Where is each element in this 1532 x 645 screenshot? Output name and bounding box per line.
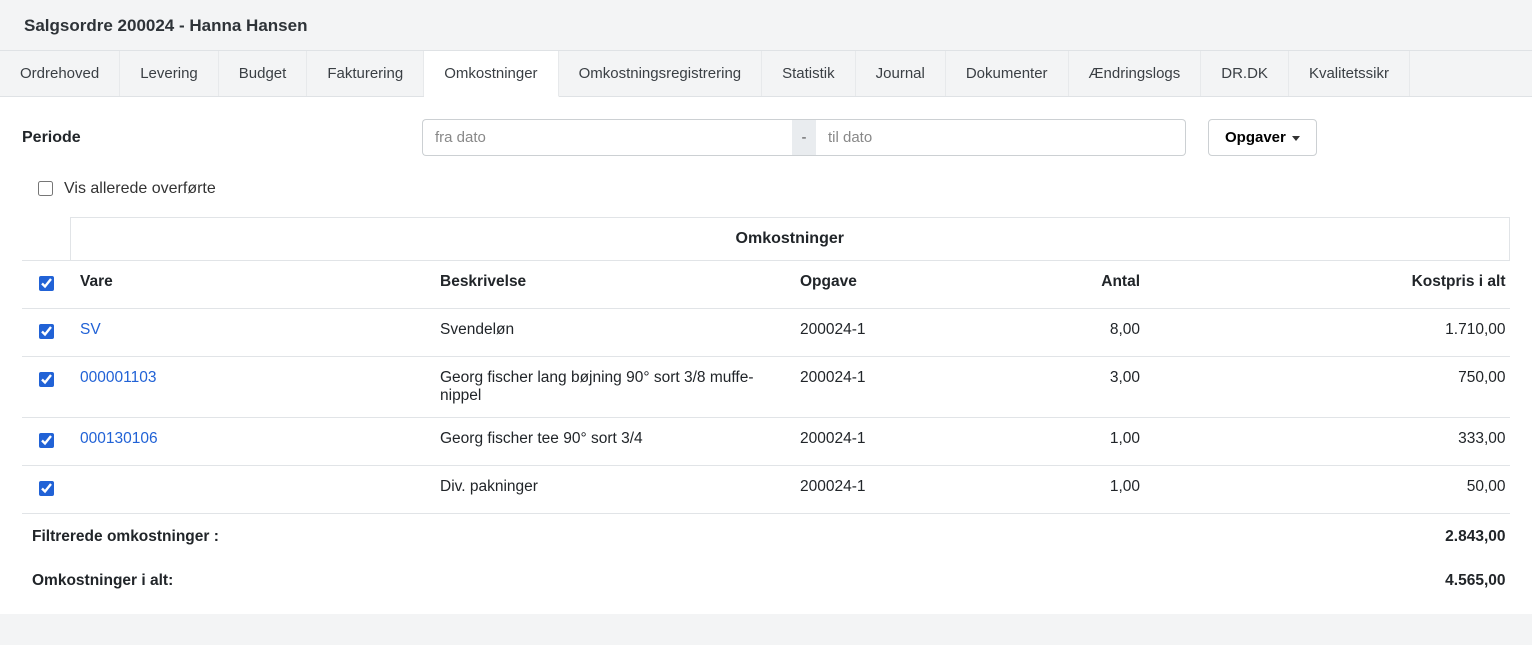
- tasks-dropdown-button[interactable]: Opgaver: [1208, 119, 1317, 156]
- antal-cell: 1,00: [990, 418, 1150, 466]
- page-title: Salgsordre 200024 - Hanna Hansen: [0, 0, 1532, 51]
- beskrivelse-cell: Georg fischer lang bøjning 90° sort 3/8 …: [430, 357, 790, 418]
- filtered-costs-value: 2.843,00: [1150, 514, 1510, 559]
- tab-dokumenter[interactable]: Dokumenter: [946, 51, 1069, 96]
- tab-dr.dk[interactable]: DR.DK: [1201, 51, 1289, 96]
- tab-levering[interactable]: Levering: [120, 51, 219, 96]
- col-opgave[interactable]: Opgave: [790, 261, 990, 309]
- antal-cell: 3,00: [990, 357, 1150, 418]
- kostpris-cell: 333,00: [1150, 418, 1510, 466]
- select-all-checkbox[interactable]: [39, 276, 54, 291]
- beskrivelse-cell: Div. pakninger: [430, 466, 790, 514]
- opgave-cell: 200024-1: [790, 418, 990, 466]
- filtered-costs-label: Filtrerede omkostninger :: [22, 514, 1150, 559]
- tab-content: Periode - Opgaver Vis allerede overførte…: [0, 97, 1532, 614]
- show-transferred-checkbox[interactable]: [38, 181, 53, 196]
- row-checkbox[interactable]: [39, 324, 54, 339]
- total-costs-label: Omkostninger i alt:: [22, 558, 1150, 602]
- antal-cell: 1,00: [990, 466, 1150, 514]
- date-from-input[interactable]: [422, 119, 792, 156]
- col-beskrivelse[interactable]: Beskrivelse: [430, 261, 790, 309]
- date-separator: -: [792, 119, 816, 156]
- tab-ordrehoved[interactable]: Ordrehoved: [0, 51, 120, 96]
- col-kostpris[interactable]: Kostpris i alt: [1150, 261, 1510, 309]
- table-row: 000130106 Georg fischer tee 90° sort 3/42…: [22, 418, 1510, 466]
- kostpris-cell: 50,00: [1150, 466, 1510, 514]
- beskrivelse-cell: Georg fischer tee 90° sort 3/4: [430, 418, 790, 466]
- kostpris-cell: 1.710,00: [1150, 309, 1510, 357]
- table-row: Div. pakninger200024-11,0050,00: [22, 466, 1510, 514]
- opgave-cell: 200024-1: [790, 357, 990, 418]
- vare-link[interactable]: 000130106: [80, 430, 158, 447]
- tab-omkostninger[interactable]: Omkostninger: [424, 51, 558, 97]
- row-checkbox[interactable]: [39, 481, 54, 496]
- opgave-cell: 200024-1: [790, 309, 990, 357]
- tasks-dropdown-label: Opgaver: [1225, 129, 1286, 146]
- tab-journal[interactable]: Journal: [856, 51, 946, 96]
- vare-link[interactable]: 000001103: [80, 369, 156, 386]
- table-row: 000001103 Georg fischer lang bøjning 90° …: [22, 357, 1510, 418]
- tab-omkostningsregistrering[interactable]: Omkostningsregistrering: [559, 51, 763, 96]
- costs-table: Omkostninger Vare Beskrivelse Opgave Ant…: [22, 217, 1510, 602]
- kostpris-cell: 750,00: [1150, 357, 1510, 418]
- tabs: OrdrehovedLeveringBudgetFaktureringOmkos…: [0, 51, 1532, 97]
- tab-kvalitetssikr[interactable]: Kvalitetssikr: [1289, 51, 1410, 96]
- row-checkbox[interactable]: [39, 372, 54, 387]
- antal-cell: 8,00: [990, 309, 1150, 357]
- beskrivelse-cell: Svendeløn: [430, 309, 790, 357]
- col-vare[interactable]: Vare: [70, 261, 430, 309]
- date-range-group: -: [422, 119, 1186, 156]
- show-transferred-label[interactable]: Vis allerede overførte: [64, 180, 216, 198]
- date-to-input[interactable]: [816, 119, 1186, 156]
- show-transferred-row: Vis allerede overførte: [22, 178, 1510, 199]
- col-antal[interactable]: Antal: [990, 261, 1150, 309]
- tab-statistik[interactable]: Statistik: [762, 51, 856, 96]
- period-label: Periode: [22, 129, 422, 147]
- table-group-header: Omkostninger: [70, 218, 1510, 261]
- tab-budget[interactable]: Budget: [219, 51, 308, 96]
- opgave-cell: 200024-1: [790, 466, 990, 514]
- tab-fakturering[interactable]: Fakturering: [307, 51, 424, 96]
- row-checkbox[interactable]: [39, 433, 54, 448]
- caret-down-icon: [1292, 136, 1300, 141]
- vare-link[interactable]: SV: [80, 321, 101, 338]
- total-costs-value: 4.565,00: [1150, 558, 1510, 602]
- table-row: SV Svendeløn200024-18,001.710,00: [22, 309, 1510, 357]
- tab-ændringslogs[interactable]: Ændringslogs: [1069, 51, 1202, 96]
- filter-row: Periode - Opgaver: [22, 119, 1510, 156]
